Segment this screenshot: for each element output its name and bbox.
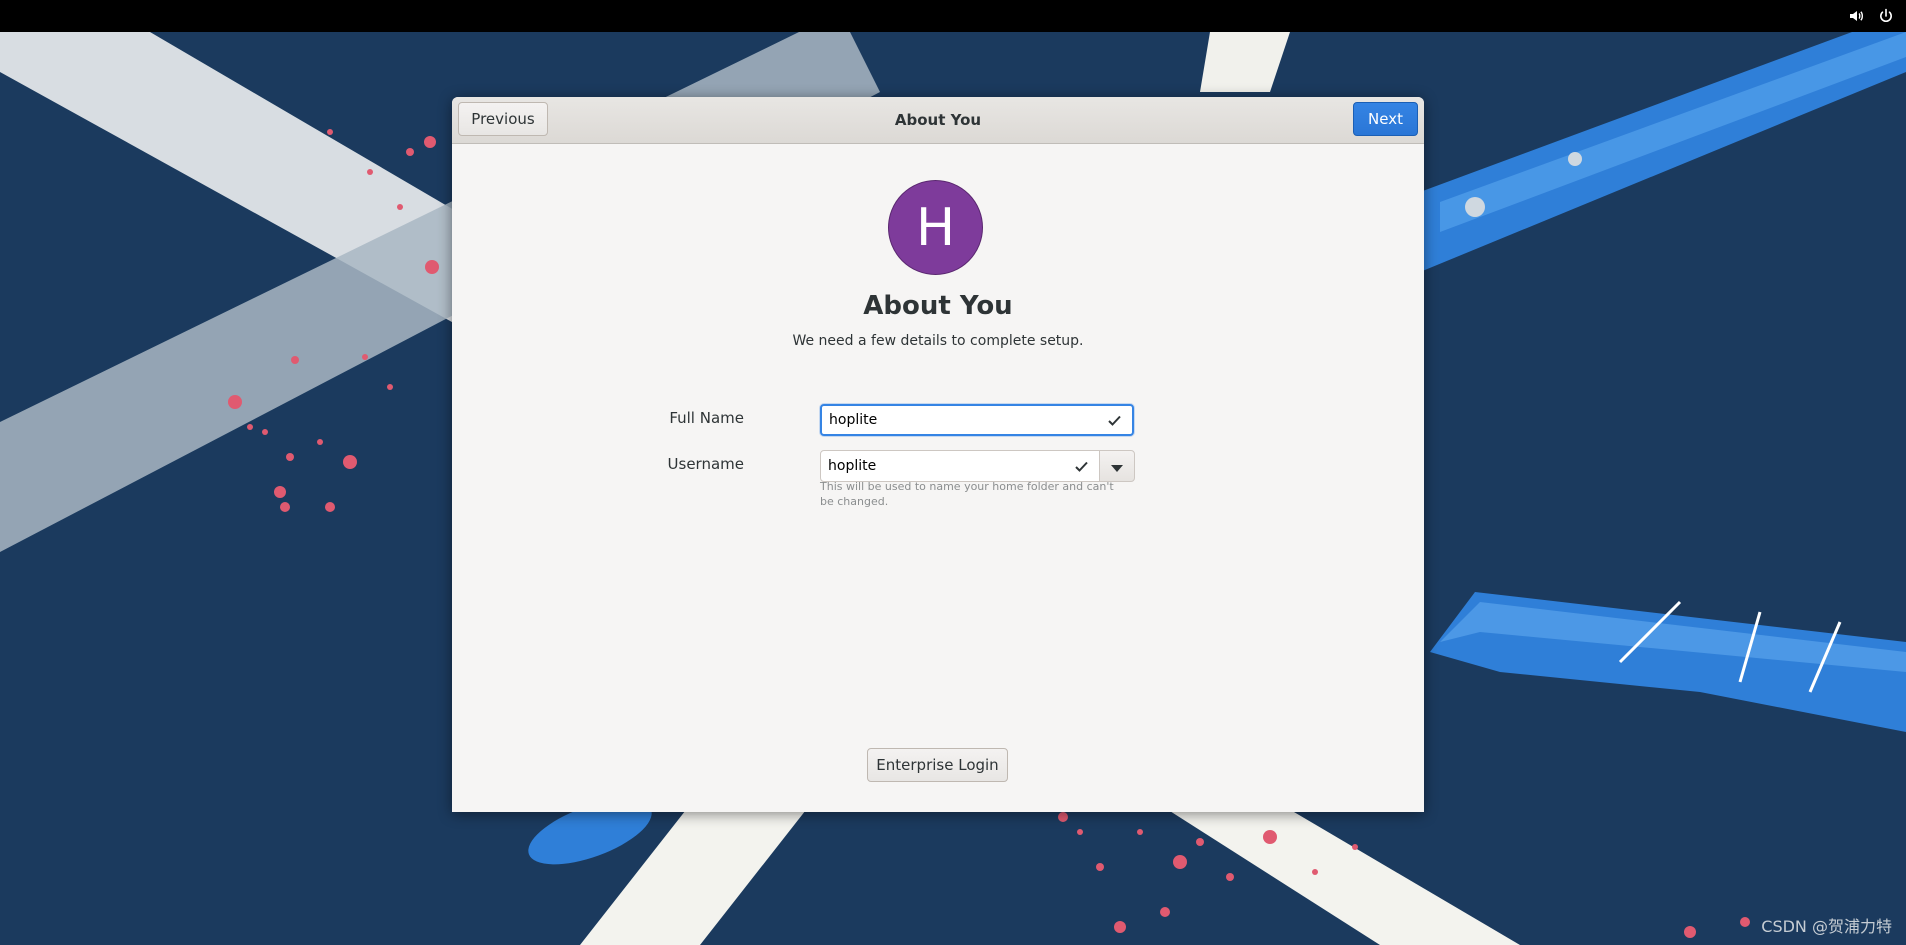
power-icon[interactable] [1878,8,1894,24]
chevron-down-icon [1111,457,1123,476]
header-title: About You [894,111,982,129]
full-name-input[interactable] [822,405,1104,435]
enterprise-login-button[interactable]: Enterprise Login [867,748,1008,782]
next-button[interactable]: Next [1353,102,1418,136]
page-subtitle: We need a few details to complete setup. [792,333,1084,349]
username-dropdown-button[interactable] [1099,450,1135,482]
username-input[interactable] [821,450,1071,482]
check-icon [1071,461,1091,472]
volume-icon[interactable] [1848,8,1864,24]
setup-dialog: Previous About You Next H About You We n… [452,97,1424,812]
username-field[interactable] [820,450,1100,482]
page-title: About You [863,291,1013,321]
full-name-field[interactable] [820,404,1134,436]
avatar[interactable]: H [888,180,983,275]
top-bar [0,0,1906,32]
full-name-label: Full Name [669,409,744,427]
username-hint: This will be used to name your home fold… [820,480,1114,508]
username-label: Username [667,455,744,473]
header-bar: Previous About You Next [452,97,1424,144]
watermark: CSDN @贺浦力特 [1761,917,1892,936]
check-icon [1104,415,1124,426]
